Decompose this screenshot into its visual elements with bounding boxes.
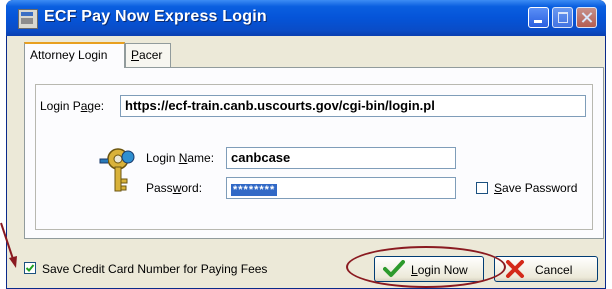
checkmark-icon [25,264,35,272]
password-field[interactable]: ******** [226,177,456,199]
tab-attorney-login[interactable]: Attorney Login [24,42,125,68]
login-page-label: Login Page: [40,99,105,113]
close-button[interactable] [576,7,597,28]
key-icon [99,148,135,192]
attorney-login-panel: Login Page: https://ecf-train.canb.uscou… [24,67,604,239]
login-now-button[interactable]: Login Now [374,256,484,282]
cancel-label: Cancel [535,263,573,277]
app-icon[interactable] [18,9,38,29]
title-bar[interactable]: ECF Pay Now Express Login [6,0,606,36]
save-password-checkbox[interactable] [476,182,488,194]
minimize-button[interactable] [528,7,549,28]
tab-attorney-login-label: Attorney Login [30,48,108,62]
red-x-icon [506,260,524,278]
save-password-label: Save Password [494,181,578,195]
tab-pacer-label: acer [139,48,163,62]
login-page-field[interactable]: https://ecf-train.canb.uscourts.gov/cgi-… [120,95,586,117]
login-window: ECF Pay Now Express Login Attorney Login… [6,0,606,289]
window-title: ECF Pay Now Express Login [44,8,267,25]
green-check-icon [383,260,405,277]
save-credit-card-label: Save Credit Card Number for Paying Fees [42,262,268,276]
maximize-button[interactable] [552,7,573,28]
password-label: Password: [146,181,203,195]
save-credit-card-checkbox[interactable] [24,262,36,274]
login-now-label: Login Now [411,263,468,277]
login-name-field[interactable]: canbcase [226,147,456,169]
cancel-button[interactable]: Cancel [494,256,598,282]
password-value: ******** [231,184,278,196]
login-groupbox: Login Page: https://ecf-train.canb.uscou… [35,84,593,230]
login-name-label: Login Name: [146,151,215,165]
tab-pacer[interactable]: Pacer [125,43,171,67]
tab-pacer-hotkey: P [131,48,140,62]
pointer-arrow [0,222,17,268]
